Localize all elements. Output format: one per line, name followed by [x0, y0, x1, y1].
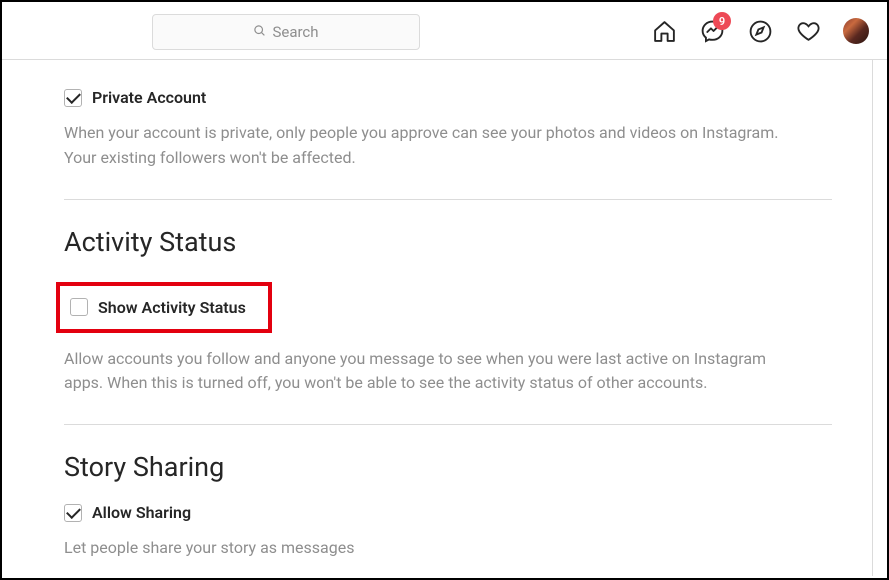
section-story-sharing: Story Sharing Allow Sharing Let people s… [64, 451, 832, 561]
private-account-checkbox[interactable] [64, 89, 82, 107]
search-icon [253, 23, 266, 41]
activity-status-description: Allow accounts you follow and anyone you… [64, 347, 784, 397]
private-account-description: When your account is private, only peopl… [64, 121, 784, 171]
show-activity-status-label: Show Activity Status [98, 298, 246, 317]
messenger-icon[interactable]: 9 [699, 18, 725, 44]
settings-content: Private Account When your account is pri… [2, 60, 873, 576]
activity-status-heading: Activity Status [64, 226, 832, 258]
section-activity-status: Activity Status Show Activity Status All… [64, 226, 832, 397]
allow-sharing-row: Allow Sharing [64, 503, 832, 522]
story-sharing-description: Let people share your story as messages [64, 536, 784, 561]
top-nav: Search 9 [2, 2, 887, 60]
section-private-account: Private Account When your account is pri… [64, 88, 832, 171]
nav-icons: 9 [651, 2, 869, 60]
allow-sharing-label: Allow Sharing [92, 503, 191, 522]
messenger-badge: 9 [713, 12, 731, 30]
search-input[interactable]: Search [152, 14, 420, 50]
show-activity-status-checkbox[interactable] [70, 298, 88, 316]
highlighted-activity-setting: Show Activity Status [56, 282, 272, 333]
explore-icon[interactable] [747, 18, 773, 44]
private-account-label: Private Account [92, 88, 206, 107]
heart-icon[interactable] [795, 18, 821, 44]
divider [64, 424, 832, 425]
search-placeholder: Search [272, 23, 318, 41]
divider [64, 199, 832, 200]
story-sharing-heading: Story Sharing [64, 451, 832, 483]
home-icon[interactable] [651, 18, 677, 44]
private-account-row: Private Account [64, 88, 832, 107]
allow-sharing-checkbox[interactable] [64, 504, 82, 522]
avatar[interactable] [843, 18, 869, 44]
